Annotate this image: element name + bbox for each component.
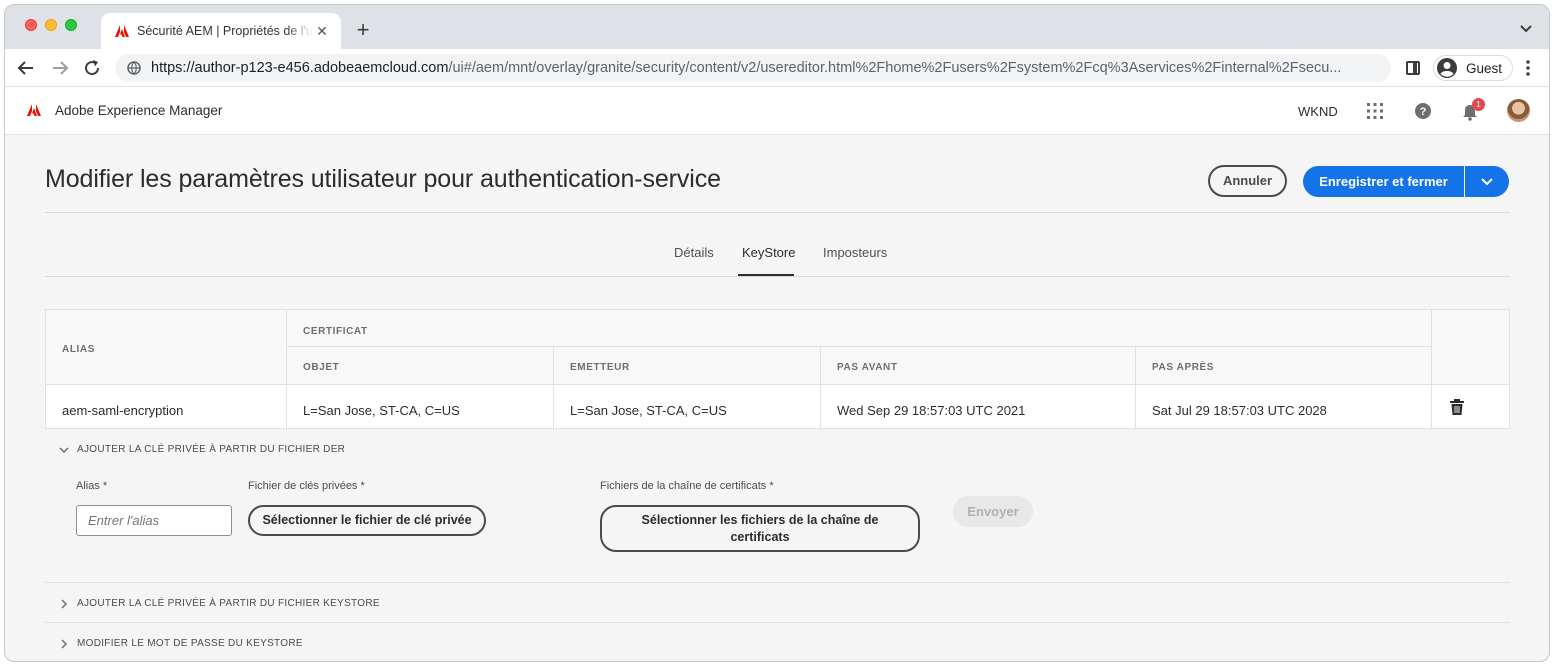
site-info-icon[interactable] [127, 61, 141, 75]
address-bar[interactable]: https://author-p123-e456.adobeaemcloud.c… [115, 54, 1391, 82]
accordion-keystore-file-title: AJOUTER LA CLÉ PRIVÉE À PARTIR DU FICHIE… [77, 598, 380, 609]
certificate-chain-label: Fichiers de la chaîne de certificats * [600, 480, 774, 492]
guest-avatar-icon [1437, 58, 1457, 78]
accordion-keystore-file-header[interactable]: AJOUTER LA CLÉ PRIVÉE À PARTIR DU FICHIE… [59, 598, 380, 609]
tab-details[interactable]: Détails [674, 245, 714, 260]
chevron-down-icon [1481, 178, 1493, 186]
header-issuer[interactable]: EMETTEUR [570, 362, 630, 373]
cell-not-before: Wed Sep 29 18:57:03 UTC 2021 [837, 403, 1026, 418]
close-tab-icon[interactable]: ✕ [313, 22, 331, 40]
table-header [46, 310, 1509, 384]
browser-tab[interactable]: Sécurité AEM | Propriétés de l'utilisate… [101, 13, 341, 49]
browser-window: Sécurité AEM | Propriétés de l'utilisate… [4, 4, 1550, 662]
tab-list: Détails KeyStore Imposteurs [45, 241, 1510, 277]
header-not-after[interactable]: PAS APRÈS [1152, 362, 1214, 373]
header-certificate: CERTIFICAT [303, 326, 368, 337]
submit-button[interactable]: Envoyer [953, 496, 1033, 527]
side-panel-icon[interactable] [1406, 61, 1420, 75]
save-options-dropdown[interactable] [1465, 166, 1509, 197]
back-arrow-icon[interactable] [15, 57, 37, 79]
cancel-button[interactable]: Annuler [1208, 165, 1287, 197]
window-controls [25, 19, 77, 31]
notification-badge: 1 [1472, 98, 1485, 111]
chevron-right-icon [61, 598, 68, 609]
zoom-window-button[interactable] [65, 19, 77, 31]
title-divider [45, 212, 1510, 213]
close-window-button[interactable] [25, 19, 37, 31]
select-certificate-chain-button[interactable]: Sélectionner les fichiers de la chaîne d… [600, 505, 920, 552]
adobe-logo-icon[interactable] [27, 103, 41, 117]
page-title: Modifier les paramètres utilisateur pour… [45, 165, 721, 193]
adobe-favicon-icon [115, 25, 129, 37]
user-avatar[interactable] [1507, 99, 1530, 122]
tab-impersonators[interactable]: Imposteurs [823, 245, 887, 260]
header-subject[interactable]: OBJET [303, 362, 339, 373]
svg-text:?: ? [1420, 106, 1427, 118]
new-tab-button[interactable]: + [349, 17, 377, 45]
chevron-right-icon [61, 638, 68, 649]
active-tab-indicator [738, 274, 794, 276]
accordion-der-title: AJOUTER LA CLÉ PRIVÉE À PARTIR DU FICHIE… [77, 444, 346, 455]
private-key-label: Fichier de clés privées * [248, 480, 365, 492]
reload-icon[interactable] [81, 57, 103, 79]
chevron-down-icon [59, 446, 69, 453]
tab-title: Sécurité AEM | Propriétés de l'utilisate… [137, 24, 313, 38]
solutions-grid-icon[interactable] [1366, 102, 1384, 120]
profile-button[interactable]: Guest [1433, 55, 1513, 81]
accordion-keystore-password-header[interactable]: MODIFIER LE MOT DE PASSE DU KEYSTORE [59, 638, 303, 649]
accordion-der-header[interactable]: AJOUTER LA CLÉ PRIVÉE À PARTIR DU FICHIE… [59, 444, 345, 455]
accordion-keystore-password-title: MODIFIER LE MOT DE PASSE DU KEYSTORE [77, 638, 303, 649]
select-private-key-button[interactable]: Sélectionner le fichier de clé privée [248, 505, 486, 536]
header-not-before[interactable]: PAS AVANT [837, 362, 898, 373]
cell-issuer: L=San Jose, ST-CA, C=US [570, 403, 727, 418]
aem-header: Adobe Experience Manager WKND ? 1 [5, 87, 1549, 135]
tab-strip: Sécurité AEM | Propriétés de l'utilisate… [5, 5, 1549, 49]
cell-not-after: Sat Jul 29 18:57:03 UTC 2028 [1152, 403, 1327, 418]
tab-search-chevron-icon[interactable] [1517, 19, 1535, 37]
org-switcher[interactable]: WKND [1298, 104, 1338, 119]
accordion-keystore-password: MODIFIER LE MOT DE PASSE DU KEYSTORE [45, 623, 1510, 661]
minimize-window-button[interactable] [45, 19, 57, 31]
browser-toolbar: https://author-p123-e456.adobeaemcloud.c… [5, 49, 1549, 87]
trash-icon[interactable] [1449, 398, 1465, 416]
product-name[interactable]: Adobe Experience Manager [55, 103, 222, 118]
alias-label: Alias * [76, 480, 108, 492]
profile-label: Guest [1466, 60, 1503, 76]
header-alias[interactable]: ALIAS [62, 344, 95, 355]
keystore-table: ALIAS CERTIFICAT OBJET EMETTEUR PAS AVAN… [45, 309, 1510, 430]
cell-alias: aem-saml-encryption [62, 403, 184, 418]
forward-arrow-icon[interactable] [49, 57, 71, 79]
cell-subject: L=San Jose, ST-CA, C=US [303, 403, 460, 418]
accordion-keystore-file: AJOUTER LA CLÉ PRIVÉE À PARTIR DU FICHIE… [45, 583, 1510, 623]
tab-keystore[interactable]: KeyStore [742, 245, 795, 260]
save-and-close-button[interactable]: Enregistrer et fermer [1303, 166, 1464, 197]
help-icon[interactable]: ? [1414, 102, 1432, 120]
url-text: https://author-p123-e456.adobeaemcloud.c… [151, 60, 1342, 76]
alias-input[interactable] [76, 505, 232, 536]
browser-menu-icon[interactable] [1520, 59, 1536, 77]
